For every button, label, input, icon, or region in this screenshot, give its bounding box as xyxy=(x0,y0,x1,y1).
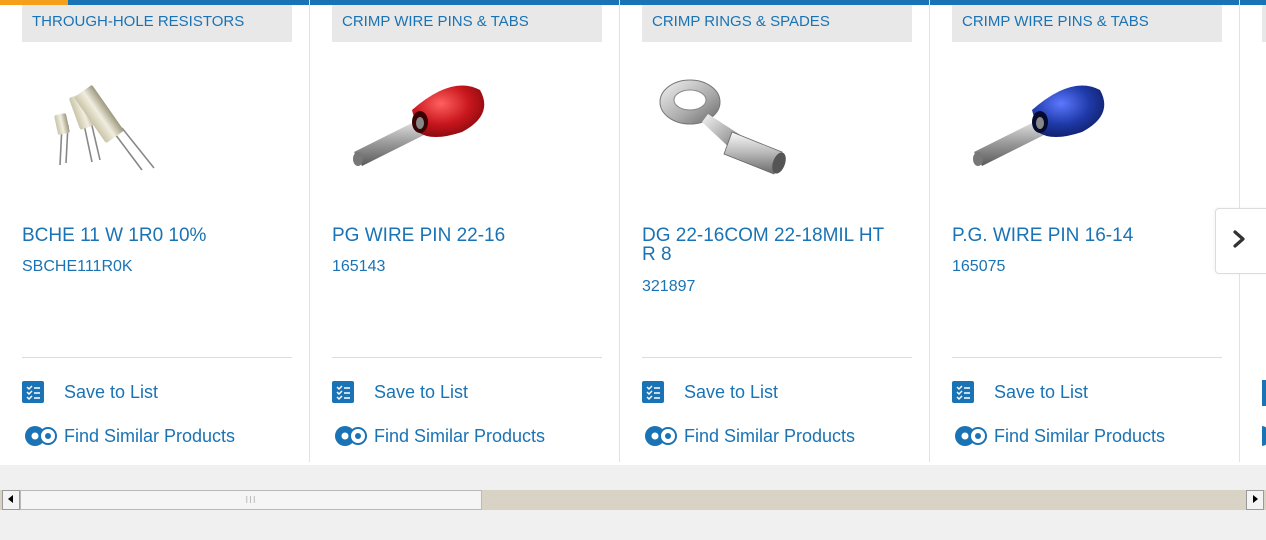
find-similar-button[interactable]: Find Similar Products xyxy=(22,424,235,448)
ring-terminal-image[interactable] xyxy=(642,70,822,180)
part-number-link[interactable]: 165075 xyxy=(952,258,1005,276)
save-to-list-label: Save to List xyxy=(994,381,1089,402)
product-card: CRIMP RINGS & SPADES DG 22-16COM 22-18MI… xyxy=(620,0,930,462)
category-label[interactable]: THROUGH-HOLE RESISTORS xyxy=(22,5,292,42)
blue-wire-pin-image[interactable] xyxy=(952,70,1132,180)
card-separator xyxy=(332,357,602,358)
find-similar-label: Find Similar Products xyxy=(374,425,546,446)
card-separator xyxy=(22,357,292,358)
resistor-image[interactable] xyxy=(22,70,202,180)
save-to-list-button[interactable]: Save to List xyxy=(952,380,1088,404)
scrollbar-grip: III xyxy=(245,494,257,506)
find-similar-label: Find Similar Products xyxy=(64,425,236,446)
product-card: CRIMP WIRE PINS & TABS PG WIRE PIN 22-16… xyxy=(310,0,620,462)
save-to-list-label: Save to List xyxy=(374,381,469,402)
category-label[interactable]: CRIMP RINGS & SPADES xyxy=(642,5,912,42)
part-number-link[interactable]: 321897 xyxy=(642,278,695,296)
category-label[interactable]: CRIMP WIRE PINS & TABS xyxy=(952,5,1222,42)
save-to-list-button[interactable]: Save to List xyxy=(22,380,158,404)
scroll-right-button[interactable] xyxy=(1246,490,1264,510)
card-separator xyxy=(642,357,912,358)
product-title-link[interactable]: PG WIRE PIN 22-16 xyxy=(332,226,592,245)
save-to-list-button[interactable]: Save to List xyxy=(332,380,468,404)
find-similar-label: Find Similar Products xyxy=(994,425,1166,446)
triangle-right-icon xyxy=(1251,491,1259,509)
scrollbar-thumb[interactable]: III xyxy=(20,490,482,510)
find-similar-button[interactable]: Find Similar Products xyxy=(642,424,855,448)
find-similar-button[interactable]: Find Similar Products xyxy=(332,424,545,448)
category-label-partial xyxy=(1262,5,1266,42)
checklist-icon xyxy=(1262,380,1266,406)
scroll-left-button[interactable] xyxy=(2,490,20,510)
checklist-icon xyxy=(642,381,664,403)
triangle-left-icon xyxy=(7,491,15,509)
checklist-icon xyxy=(952,381,974,403)
product-card: CRIMP WIRE PINS & TABS P.G. WIRE PIN 16-… xyxy=(930,0,1240,462)
find-similar-label: Find Similar Products xyxy=(684,425,856,446)
carousel-next-button[interactable] xyxy=(1215,208,1266,274)
find-similar-button[interactable]: Find Similar Products xyxy=(952,424,1165,448)
chevron-right-icon xyxy=(1232,229,1246,253)
gears-icon xyxy=(1262,426,1266,446)
checklist-icon xyxy=(22,381,44,403)
product-title-link[interactable]: P.G. WIRE PIN 16-14 xyxy=(952,226,1212,245)
horizontal-scrollbar[interactable]: III xyxy=(0,490,1266,510)
gears-icon xyxy=(22,424,60,448)
product-card: THROUGH-HOLE RESISTORS BCHE 11 W 1R0 10%… xyxy=(0,0,310,462)
category-label[interactable]: CRIMP WIRE PINS & TABS xyxy=(332,5,602,42)
card-separator xyxy=(952,357,1222,358)
gears-icon xyxy=(642,424,680,448)
save-to-list-button[interactable]: Save to List xyxy=(642,380,778,404)
gears-icon xyxy=(332,424,370,448)
save-to-list-label: Save to List xyxy=(64,381,159,402)
checklist-icon xyxy=(332,381,354,403)
red-wire-pin-image[interactable] xyxy=(332,70,512,180)
product-title-link[interactable]: BCHE 11 W 1R0 10% xyxy=(22,226,282,245)
product-title-link[interactable]: DG 22-16COM 22-18MIL HT R 8 xyxy=(642,226,902,264)
product-carousel: THROUGH-HOLE RESISTORS BCHE 11 W 1R0 10%… xyxy=(0,0,1266,465)
gears-icon xyxy=(952,424,990,448)
part-number-link[interactable]: 165143 xyxy=(332,258,385,276)
part-number-link[interactable]: SBCHE111R0K xyxy=(22,258,133,276)
save-to-list-label: Save to List xyxy=(684,381,779,402)
